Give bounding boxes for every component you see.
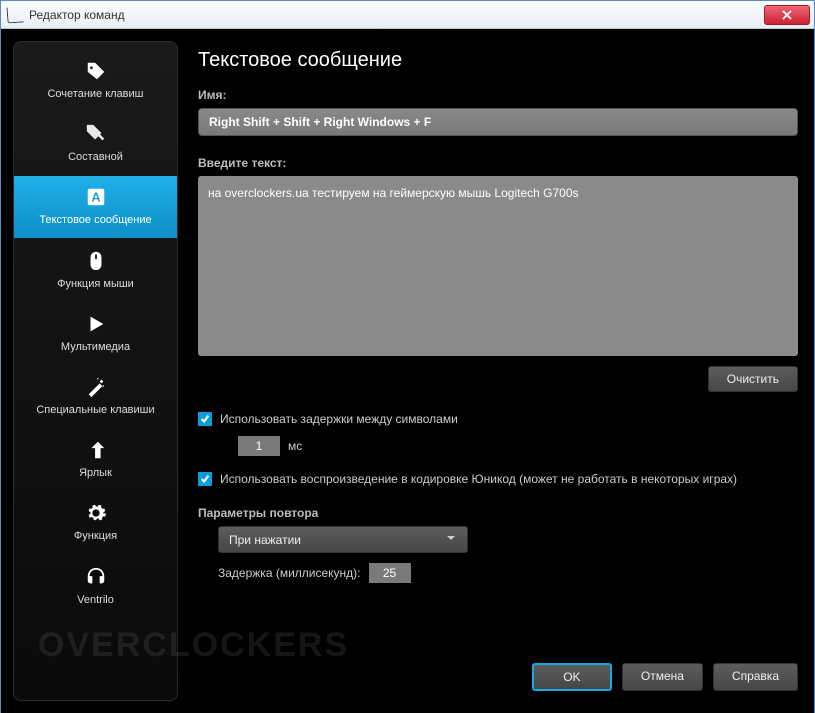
close-button[interactable] [764, 5, 810, 25]
check-icon [200, 474, 210, 484]
sidebar-item-mouse[interactable]: Функция мыши [14, 240, 177, 301]
main-panel: Текстовое сообщение Имя: Right Shift + S… [178, 41, 802, 701]
sidebar-item-label: Составной [68, 151, 123, 164]
page-heading: Текстовое сообщение [198, 49, 798, 72]
sidebar-item-ventrilo[interactable]: Ventrilo [14, 556, 177, 617]
help-button[interactable]: Справка [713, 663, 798, 691]
sidebar-item-label: Ventrilo [77, 594, 114, 607]
repeat-delay-input[interactable] [369, 563, 411, 583]
repeat-mode-value: При нажатии [229, 533, 301, 547]
gear-icon [85, 502, 107, 524]
sidebar-item-label: Функция [74, 530, 117, 543]
chevron-down-icon [445, 532, 457, 547]
delay-unit: мс [288, 439, 302, 453]
sidebar-item-label: Сочетание клавиш [47, 88, 143, 101]
sidebar-item-hotkey[interactable]: Сочетание клавиш [14, 50, 177, 111]
play-icon [85, 313, 107, 335]
titlebar: Редактор команд [1, 1, 814, 29]
sidebar-item-media[interactable]: Мультимедиа [14, 303, 177, 364]
repeat-section-title: Параметры повтора [198, 506, 798, 520]
tags-icon [85, 123, 107, 145]
repeat-delay-label: Задержка (миллисекунд): [218, 566, 361, 580]
delay-row: мс [238, 436, 798, 456]
use-delay-label: Использовать задержки между символами [220, 412, 458, 426]
window: Редактор команд Сочетание клавиш Составн… [0, 0, 815, 713]
cancel-button[interactable]: Отмена [622, 663, 703, 691]
window-title: Редактор команд [29, 8, 764, 22]
text-icon: A [85, 186, 107, 208]
name-field[interactable]: Right Shift + Shift + Right Windows + F [198, 108, 798, 136]
close-icon [782, 10, 792, 20]
name-label: Имя: [198, 88, 798, 102]
sidebar-item-shortcut[interactable]: Ярлык [14, 429, 177, 490]
svg-text:A: A [91, 190, 100, 205]
use-unicode-row: Использовать воспроизведение в кодировке… [198, 472, 798, 486]
text-label: Введите текст: [198, 156, 798, 170]
sidebar: Сочетание клавиш Составной A Текстовое с… [13, 41, 178, 701]
use-unicode-label: Использовать воспроизведение в кодировке… [220, 472, 737, 486]
repeat-mode-select[interactable]: При нажатии [218, 526, 468, 553]
sidebar-item-function[interactable]: Функция [14, 492, 177, 553]
headset-icon [85, 566, 107, 588]
mouse-icon [85, 250, 107, 272]
shortcut-icon [85, 439, 107, 461]
sidebar-item-label: Текстовое сообщение [39, 214, 151, 227]
sidebar-item-multikey[interactable]: Составной [14, 113, 177, 174]
sidebar-item-label: Ярлык [79, 467, 112, 480]
delay-input[interactable] [238, 436, 280, 456]
repeat-delay-row: Задержка (миллисекунд): [218, 563, 798, 583]
clear-row: Очистить [198, 366, 798, 392]
use-delay-checkbox[interactable] [198, 412, 212, 426]
ok-button[interactable]: OK [532, 663, 612, 691]
wand-icon [85, 376, 107, 398]
footer: OK Отмена Справка [178, 657, 798, 697]
use-unicode-checkbox[interactable] [198, 472, 212, 486]
client-area: Сочетание клавиш Составной A Текстовое с… [1, 29, 814, 713]
sidebar-item-text[interactable]: A Текстовое сообщение [14, 176, 177, 237]
sidebar-item-label: Мультимедиа [61, 341, 130, 354]
app-logo-icon [6, 6, 23, 23]
tag-icon [85, 60, 107, 82]
check-icon [200, 414, 210, 424]
use-delay-row: Использовать задержки между символами [198, 412, 798, 426]
clear-button[interactable]: Очистить [708, 366, 798, 392]
text-input[interactable] [198, 176, 798, 356]
sidebar-item-special[interactable]: Специальные клавиши [14, 366, 177, 427]
sidebar-item-label: Функция мыши [57, 278, 134, 291]
sidebar-item-label: Специальные клавиши [36, 404, 154, 417]
